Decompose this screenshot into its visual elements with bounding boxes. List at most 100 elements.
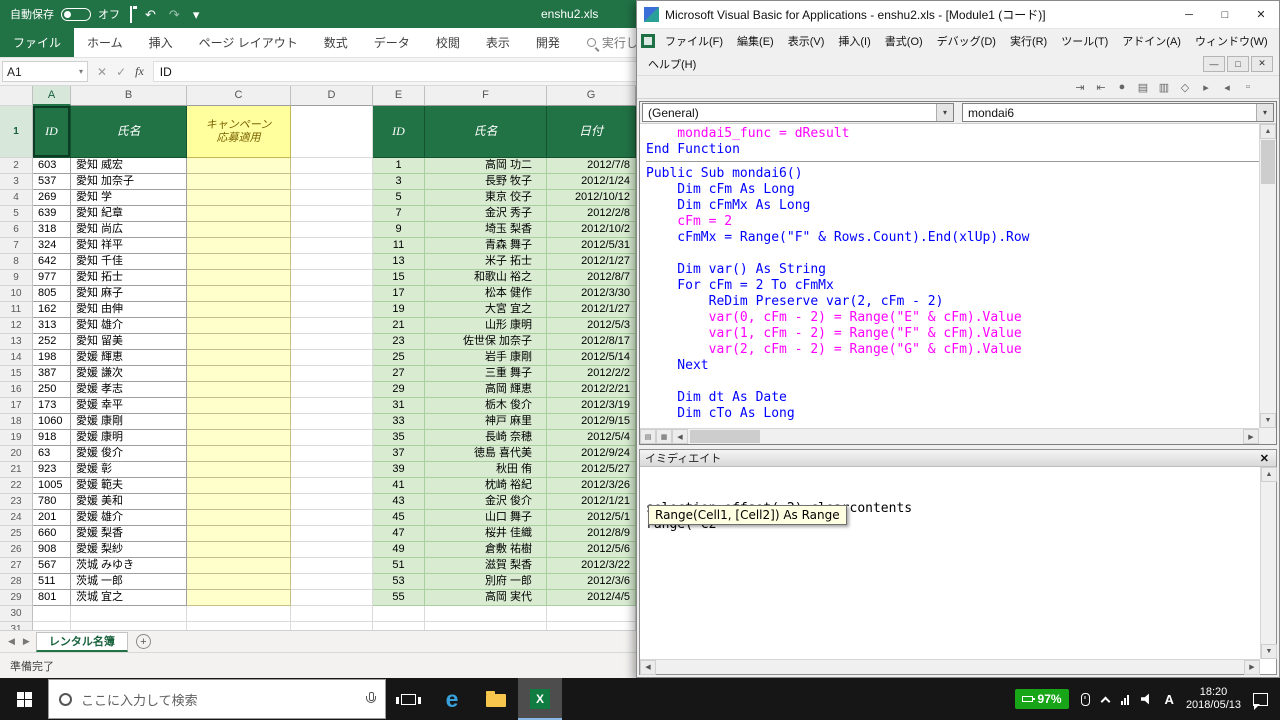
cell-G21[interactable]: 2012/5/27: [547, 462, 636, 478]
cell-F25[interactable]: 桜井 佳織: [425, 526, 547, 542]
cell-C15[interactable]: [187, 366, 291, 382]
cell-E11[interactable]: 19: [373, 302, 425, 318]
cell-B20[interactable]: 愛媛 俊介: [71, 446, 187, 462]
cell-A17[interactable]: 173: [33, 398, 71, 414]
cell-E17[interactable]: 31: [373, 398, 425, 414]
cell-F22[interactable]: 枕崎 裕紀: [425, 478, 547, 494]
cell-E13[interactable]: 23: [373, 334, 425, 350]
close-icon[interactable]: ✕: [1258, 452, 1271, 465]
cell-D5[interactable]: [291, 206, 373, 222]
cell-D1[interactable]: [291, 106, 373, 158]
cell-F8[interactable]: 米子 拓士: [425, 254, 547, 270]
ime-indicator[interactable]: A: [1165, 692, 1174, 707]
cell-F12[interactable]: 山形 康明: [425, 318, 547, 334]
cell-F19[interactable]: 長崎 奈穂: [425, 430, 547, 446]
row-header-25[interactable]: 25: [0, 526, 33, 542]
menu-item-2[interactable]: 表示(V): [781, 30, 832, 52]
child-restore-button[interactable]: □: [1227, 56, 1249, 72]
child-close-button[interactable]: ✕: [1251, 56, 1273, 72]
cell-C1[interactable]: キャンペーン 応募適用: [187, 106, 291, 158]
action-center-icon[interactable]: [1253, 693, 1268, 706]
cell-D2[interactable]: [291, 158, 373, 174]
cell-E30[interactable]: [373, 606, 425, 622]
cell-E18[interactable]: 33: [373, 414, 425, 430]
minimize-button[interactable]: ─: [1171, 1, 1207, 28]
select-all-corner[interactable]: [0, 86, 33, 106]
cell-A27[interactable]: 567: [33, 558, 71, 574]
cell-B5[interactable]: 愛知 紀章: [71, 206, 187, 222]
cell-B15[interactable]: 愛媛 謙次: [71, 366, 187, 382]
cell-C14[interactable]: [187, 350, 291, 366]
cell-A29[interactable]: 801: [33, 590, 71, 606]
cell-D8[interactable]: [291, 254, 373, 270]
microphone-icon[interactable]: [366, 692, 375, 706]
autosave-toggle[interactable]: [61, 8, 91, 21]
cell-E16[interactable]: 29: [373, 382, 425, 398]
cell-G15[interactable]: 2012/2/2: [547, 366, 636, 382]
cell-B7[interactable]: 愛知 祥平: [71, 238, 187, 254]
cell-E5[interactable]: 7: [373, 206, 425, 222]
cell-C11[interactable]: [187, 302, 291, 318]
menu-item-3[interactable]: 挿入(I): [831, 30, 877, 52]
network-icon[interactable]: [1121, 694, 1129, 705]
ribbon-tab-1[interactable]: ホーム: [74, 28, 136, 57]
cell-G5[interactable]: 2012/2/8: [547, 206, 636, 222]
row-header-13[interactable]: 13: [0, 334, 33, 350]
cell-A23[interactable]: 780: [33, 494, 71, 510]
cell-D24[interactable]: [291, 510, 373, 526]
column-header-G[interactable]: G: [547, 86, 636, 106]
sheet-prev-icon[interactable]: ◀: [6, 636, 17, 647]
show-hidden-icons-chevron[interactable]: [1100, 696, 1110, 706]
cell-A13[interactable]: 252: [33, 334, 71, 350]
cell-B23[interactable]: 愛媛 美和: [71, 494, 187, 510]
cell-G28[interactable]: 2012/3/6: [547, 574, 636, 590]
row-header-10[interactable]: 10: [0, 286, 33, 302]
cell-G7[interactable]: 2012/5/31: [547, 238, 636, 254]
cell-E12[interactable]: 21: [373, 318, 425, 334]
sheet-tab-rental[interactable]: レンタル名簿: [36, 632, 128, 652]
cell-F21[interactable]: 秋田 侑: [425, 462, 547, 478]
cell-B10[interactable]: 愛知 麻子: [71, 286, 187, 302]
cell-C19[interactable]: [187, 430, 291, 446]
save-button[interactable]: [127, 8, 135, 21]
cell-A24[interactable]: 201: [33, 510, 71, 526]
cell-A18[interactable]: 1060: [33, 414, 71, 430]
cell-A25[interactable]: 660: [33, 526, 71, 542]
cell-D29[interactable]: [291, 590, 373, 606]
indent-icon[interactable]: ⇥: [1071, 78, 1089, 96]
cell-B8[interactable]: 愛知 千佳: [71, 254, 187, 270]
taskbar-clock[interactable]: 18:20 2018/05/13: [1186, 686, 1241, 712]
ribbon-tab-7[interactable]: 表示: [473, 28, 523, 57]
row-header-28[interactable]: 28: [0, 574, 33, 590]
column-header-E[interactable]: E: [373, 86, 425, 106]
cell-C29[interactable]: [187, 590, 291, 606]
cell-E26[interactable]: 49: [373, 542, 425, 558]
cell-F3[interactable]: 長野 牧子: [425, 174, 547, 190]
cell-B12[interactable]: 愛知 雄介: [71, 318, 187, 334]
cell-G29[interactable]: 2012/4/5: [547, 590, 636, 606]
scroll-down-icon[interactable]: ▼: [1260, 413, 1276, 428]
cell-C6[interactable]: [187, 222, 291, 238]
cell-A15[interactable]: 387: [33, 366, 71, 382]
cell-G18[interactable]: 2012/9/15: [547, 414, 636, 430]
cell-D28[interactable]: [291, 574, 373, 590]
cell-G4[interactable]: 2012/10/12: [547, 190, 636, 206]
cell-F6[interactable]: 埼玉 梨香: [425, 222, 547, 238]
cell-F26[interactable]: 倉敷 祐樹: [425, 542, 547, 558]
row-header-3[interactable]: 3: [0, 174, 33, 190]
cell-A3[interactable]: 537: [33, 174, 71, 190]
cell-D13[interactable]: [291, 334, 373, 350]
cell-A22[interactable]: 1005: [33, 478, 71, 494]
column-header-A[interactable]: A: [33, 86, 71, 106]
clear-bookmarks-icon[interactable]: ▫: [1239, 78, 1257, 96]
cell-D17[interactable]: [291, 398, 373, 414]
immediate-titlebar[interactable]: イミディエイト ✕: [640, 450, 1276, 467]
row-header-22[interactable]: 22: [0, 478, 33, 494]
row-header-11[interactable]: 11: [0, 302, 33, 318]
cell-D23[interactable]: [291, 494, 373, 510]
cell-E3[interactable]: 3: [373, 174, 425, 190]
cell-C7[interactable]: [187, 238, 291, 254]
cell-F10[interactable]: 松本 健作: [425, 286, 547, 302]
cell-A21[interactable]: 923: [33, 462, 71, 478]
cell-A4[interactable]: 269: [33, 190, 71, 206]
